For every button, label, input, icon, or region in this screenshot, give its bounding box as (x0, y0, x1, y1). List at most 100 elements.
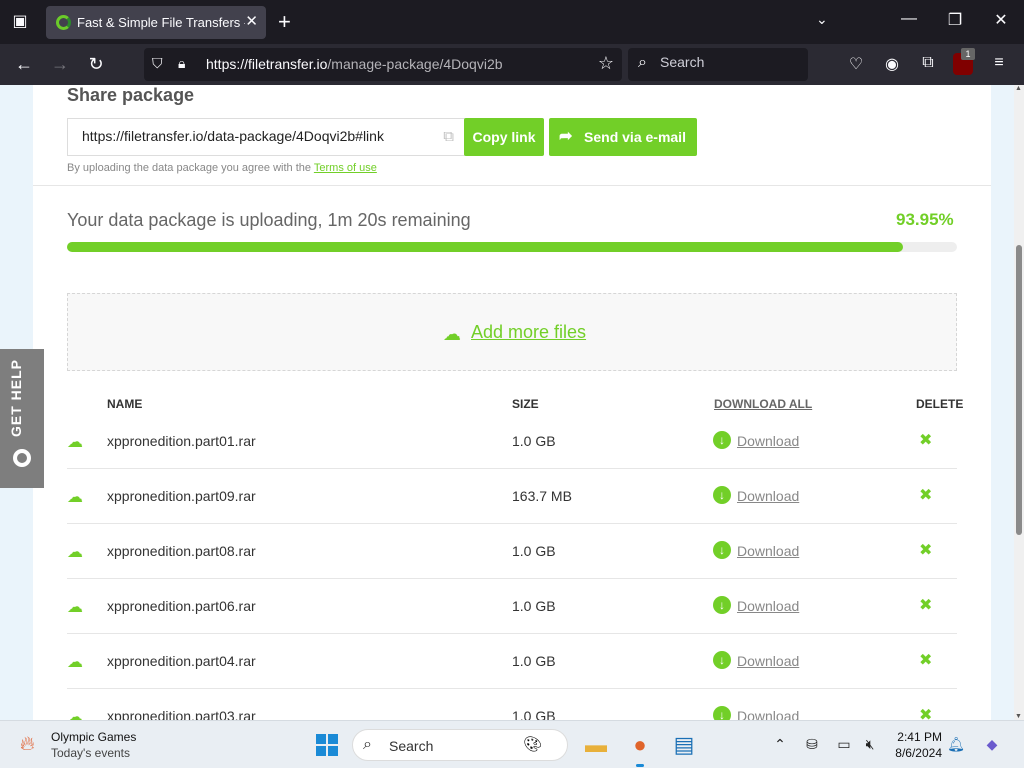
browser-search-box[interactable]: ⌕ (628, 48, 808, 81)
download-arrow-icon[interactable]: ↓ (713, 706, 731, 720)
add-files-dropzone[interactable]: ☁ Add more files (67, 293, 957, 371)
download-link[interactable]: Download (737, 488, 799, 504)
delete-icon[interactable]: ✖ (919, 540, 932, 560)
browser-tab-active[interactable]: Fast & Simple File Transfers - Fi ✕ (46, 6, 266, 39)
ublock-extension-icon[interactable]: 1 (953, 48, 975, 75)
taskbar-search-label: Search (389, 738, 434, 754)
download-link[interactable]: Download (737, 543, 799, 559)
menu-icon[interactable]: ≡ (988, 54, 1010, 72)
cloud-upload-icon: ☁ (67, 599, 83, 616)
clock-date: 8/6/2024 (895, 746, 942, 760)
torch-icon: 🔥︎ (20, 733, 35, 755)
search-icon: ⌕ (363, 736, 372, 753)
terms-of-use-link[interactable]: Terms of use (314, 162, 377, 174)
download-arrow-icon[interactable]: ↓ (713, 651, 731, 669)
account-icon[interactable]: ◉ (881, 54, 903, 74)
send-email-label: Send via e-mail (584, 129, 686, 145)
delete-icon[interactable]: ✖ (919, 430, 932, 450)
app-icon[interactable]: ▤ (670, 731, 698, 759)
download-arrow-icon[interactable]: ↓ (713, 486, 731, 504)
clock[interactable]: 2:41 PM 8/6/2024 (890, 729, 942, 761)
new-tab-icon[interactable]: + (278, 8, 291, 36)
download-link[interactable]: Download (737, 653, 799, 669)
start-button-icon[interactable] (316, 734, 338, 756)
tray-overflow-icon[interactable]: ⌃ (770, 736, 790, 753)
col-delete: DELETE (916, 397, 964, 411)
extensions-icon[interactable]: ⧉ (917, 54, 939, 72)
search-highlight-icon: 🎨︎ (523, 736, 543, 753)
scroll-down-icon[interactable]: ▼ (1015, 713, 1022, 720)
delete-icon[interactable]: ✖ (919, 595, 932, 615)
file-name: xppronedition.part08.rar (107, 543, 256, 559)
download-all-link[interactable]: DOWNLOAD ALL (714, 397, 812, 411)
browser-nav-bar: ← → ↻ ⛉ 🔒︎ https://filetransfer.io/manag… (0, 44, 1024, 85)
copy-link-button[interactable]: Copy link (464, 118, 544, 156)
file-name: xppronedition.part04.rar (107, 653, 256, 669)
taskbar-search[interactable]: ⌕ Search 🎨︎ (352, 729, 568, 761)
windows-taskbar: 🔥︎ Olympic Games Today's events ⌕ Search… (0, 720, 1024, 768)
add-more-files-link[interactable]: Add more files (471, 322, 586, 343)
download-link[interactable]: Download (737, 433, 799, 449)
notification-bell-icon[interactable]: 🔔︎ (946, 736, 966, 753)
upload-progress-fill (67, 242, 904, 252)
browser-search-input[interactable] (660, 54, 800, 70)
delete-icon[interactable]: ✖ (919, 705, 932, 720)
bookmark-star-icon[interactable]: ☆ (598, 53, 614, 74)
extension-badge: 1 (961, 48, 975, 60)
download-link[interactable]: Download (737, 598, 799, 614)
share-link-box[interactable]: ⧉ (67, 118, 465, 156)
file-name: xppronedition.part01.rar (107, 433, 256, 449)
firefox-icon[interactable]: ● (626, 731, 654, 767)
forward-icon[interactable]: → (48, 52, 72, 76)
table-row: ☁ xppronedition.part03.rar 1.0 GB ↓ Download… (67, 689, 957, 720)
file-size: 1.0 GB (512, 653, 556, 669)
display-icon[interactable]: ▭ (834, 736, 854, 753)
reload-icon[interactable]: ↻ (84, 52, 108, 76)
download-arrow-icon[interactable]: ↓ (713, 541, 731, 559)
chevron-down-icon[interactable]: ⌄ (816, 11, 828, 28)
terms-notice: By uploading the data package you agree … (67, 162, 377, 174)
file-explorer-icon[interactable]: ▬ (582, 731, 610, 759)
browser-tab-strip: ▣ Fast & Simple File Transfers - Fi ✕ + … (0, 0, 1024, 44)
download-arrow-icon[interactable]: ↓ (713, 431, 731, 449)
copilot-icon[interactable]: ◆ (982, 736, 1002, 753)
tab-close-icon[interactable]: ✕ (245, 12, 258, 32)
page-scrollbar[interactable]: ▲ ▼ (1014, 85, 1024, 720)
package-card: Share package ⧉ Copy link ➦ Send via e-m… (33, 85, 991, 720)
cloud-upload-icon: ☁ (67, 709, 83, 720)
tracking-shield-icon[interactable]: ⛉ (152, 55, 163, 72)
close-window-icon[interactable]: ✕ (986, 10, 1016, 30)
col-name: NAME (107, 397, 143, 411)
address-bar[interactable]: ⛉ 🔒︎ https://filetransfer.io/manage-pack… (144, 48, 622, 81)
file-table-header: NAME SIZE DOWNLOAD ALL DELETE (67, 395, 967, 415)
divider (33, 185, 991, 186)
scrollbar-thumb[interactable] (1016, 245, 1022, 535)
url-text[interactable]: https://filetransfer.io/manage-package/4… (206, 56, 503, 72)
page-viewport: Share package ⧉ Copy link ➦ Send via e-m… (0, 85, 1014, 720)
get-help-label: GET HELP (8, 358, 24, 437)
share-link-input[interactable] (82, 128, 422, 144)
volume-icon[interactable]: 🔇︎ (860, 736, 880, 753)
network-icon[interactable]: ⛁ (802, 736, 822, 753)
site-favicon-icon (56, 15, 71, 30)
file-size: 1.0 GB (512, 598, 556, 614)
download-arrow-icon[interactable]: ↓ (713, 596, 731, 614)
table-row: ☁ xppronedition.part04.rar 1.0 GB ↓ Download… (67, 634, 957, 689)
minimize-icon[interactable]: — (894, 10, 924, 28)
file-name: xppronedition.part03.rar (107, 708, 256, 720)
delete-icon[interactable]: ✖ (919, 485, 932, 505)
tab-list-icon[interactable]: ▣ (8, 10, 32, 34)
col-size: SIZE (512, 397, 539, 411)
lock-icon[interactable]: 🔒︎ (178, 55, 185, 72)
external-link-icon[interactable]: ⧉ (443, 128, 454, 145)
pocket-icon[interactable]: ♡ (845, 54, 867, 74)
send-email-button[interactable]: ➦ Send via e-mail (549, 118, 697, 156)
delete-icon[interactable]: ✖ (919, 650, 932, 670)
get-help-tab[interactable]: GET HELP (0, 349, 44, 488)
restore-icon[interactable]: ❐ (940, 10, 970, 30)
tab-title: Fast & Simple File Transfers - Fi (77, 15, 245, 30)
download-link[interactable]: Download (737, 708, 799, 720)
scroll-up-icon[interactable]: ▲ (1015, 85, 1022, 92)
file-table-body: ☁ xppronedition.part01.rar 1.0 GB ↓ Download… (67, 414, 957, 720)
back-icon[interactable]: ← (12, 52, 36, 76)
